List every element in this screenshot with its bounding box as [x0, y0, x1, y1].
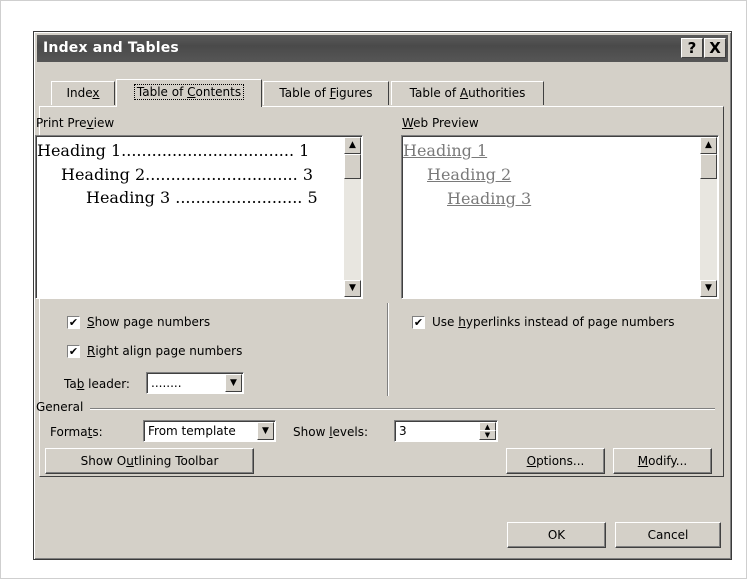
- tab-index-label: Index: [66, 86, 100, 100]
- tab-table-of-contents[interactable]: Table of Contents: [116, 79, 262, 107]
- tab-leader-label: Tab leader:: [64, 377, 130, 391]
- general-divider: [90, 408, 715, 409]
- scroll-up-arrow-icon[interactable]: ▲: [344, 137, 361, 154]
- tab-leader-select[interactable]: ........ ▼: [146, 372, 244, 394]
- use-hyperlinks-label: Use hyperlinks instead of page numbers: [432, 315, 675, 329]
- web-link-heading-1[interactable]: Heading 1: [403, 141, 487, 160]
- cancel-button[interactable]: Cancel: [615, 522, 721, 548]
- right-align-page-numbers-checkbox[interactable]: ✔: [67, 345, 80, 358]
- formats-label: Formats:: [50, 425, 103, 439]
- show-outlining-toolbar-button[interactable]: Show Outlining Toolbar: [45, 448, 254, 474]
- web-link-heading-2[interactable]: Heading 2: [427, 165, 511, 184]
- scroll-thumb[interactable]: [344, 154, 361, 179]
- scroll-up-arrow-icon[interactable]: ▲: [700, 137, 717, 154]
- formats-select[interactable]: From template ▼: [143, 420, 276, 442]
- tab-index[interactable]: Index: [51, 81, 115, 105]
- web-link-heading-3[interactable]: Heading 3: [447, 189, 531, 208]
- print-preview-scrollbar[interactable]: ▲ ▼: [344, 137, 361, 297]
- print-preview-box[interactable]: Heading 1...............................…: [35, 135, 363, 299]
- modify-button[interactable]: Modify...: [613, 448, 712, 474]
- scroll-thumb[interactable]: [700, 154, 717, 179]
- tab-table-of-authorities-label: Table of Authorities: [409, 86, 526, 100]
- tab-leader-value: ........: [151, 376, 182, 390]
- help-button[interactable]: ?: [681, 38, 703, 58]
- tab-table-of-authorities[interactable]: Table of Authorities: [391, 81, 544, 105]
- title-bar: Index and Tables ? X: [37, 35, 728, 62]
- dialog-title: Index and Tables: [43, 40, 179, 56]
- tab-table-of-figures-label: Table of Figures: [279, 86, 373, 100]
- scroll-down-arrow-icon[interactable]: ▼: [700, 280, 717, 297]
- show-levels-value[interactable]: 3: [399, 424, 407, 438]
- tab-table-of-figures[interactable]: Table of Figures: [263, 81, 389, 105]
- ok-button[interactable]: OK: [507, 522, 606, 548]
- show-page-numbers-checkbox[interactable]: ✔: [67, 316, 80, 329]
- show-levels-spinner[interactable]: 3 ▲ ▼: [394, 420, 498, 442]
- toc-line-heading-2: Heading 2.............................. …: [61, 165, 313, 184]
- spin-down-icon[interactable]: ▼: [479, 430, 496, 440]
- web-preview-scrollbar[interactable]: ▲ ▼: [700, 137, 717, 297]
- chevron-down-icon[interactable]: ▼: [225, 374, 242, 392]
- column-divider: [387, 303, 388, 396]
- right-align-page-numbers-label: Right align page numbers: [87, 344, 243, 358]
- chevron-down-icon[interactable]: ▼: [257, 422, 274, 440]
- tab-panel-table-of-contents: Print Preview Heading 1.................…: [35, 106, 724, 477]
- options-button[interactable]: Options...: [506, 448, 605, 474]
- print-preview-label: Print Preview: [36, 116, 115, 130]
- show-levels-label: Show levels:: [293, 425, 369, 439]
- toc-line-heading-1: Heading 1...............................…: [37, 141, 310, 160]
- web-preview-label: Web Preview: [402, 116, 479, 130]
- use-hyperlinks-checkbox[interactable]: ✔: [412, 316, 425, 329]
- scroll-down-arrow-icon[interactable]: ▼: [344, 280, 361, 297]
- show-page-numbers-label: Show page numbers: [87, 315, 211, 329]
- tab-table-of-contents-label: Table of Contents: [133, 84, 245, 100]
- formats-value: From template: [148, 424, 236, 438]
- toc-line-heading-3: Heading 3 ......................... 5: [86, 188, 318, 207]
- index-and-tables-dialog: Index and Tables ? X Index Table of Cont…: [33, 31, 732, 560]
- general-group-label: General: [36, 400, 84, 414]
- close-button[interactable]: X: [704, 38, 726, 58]
- web-preview-box[interactable]: Heading 1 Heading 2 Heading 3 ▲ ▼: [401, 135, 719, 299]
